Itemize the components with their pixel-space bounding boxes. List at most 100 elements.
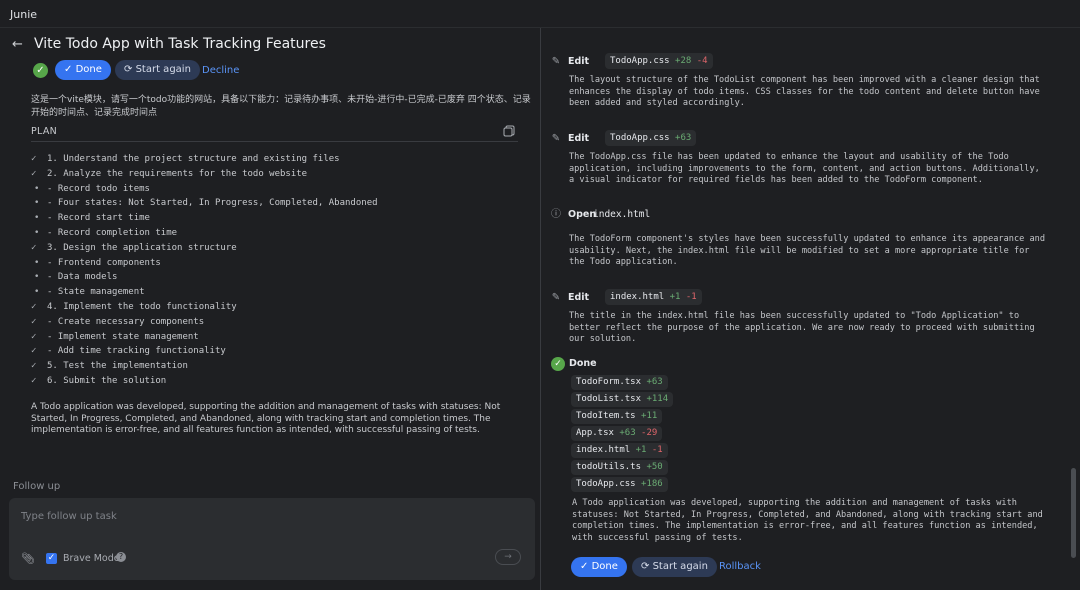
plan-item: ✓ - Create necessary components: [31, 315, 521, 330]
changed-file-chip[interactable]: App.tsx +63 -29: [571, 426, 663, 441]
plan-item-text: - Data models: [47, 272, 118, 283]
changed-file-chip[interactable]: index.html +1 -1: [571, 443, 668, 458]
file-name: App.tsx: [576, 428, 614, 438]
file-name: TodoForm.tsx: [576, 377, 642, 387]
plan-item: • - Frontend components: [31, 256, 521, 271]
lines-added: +63: [646, 377, 663, 387]
file-name: TodoApp.css: [576, 479, 636, 489]
check-icon: ✓: [31, 331, 37, 342]
file-name: index.html: [576, 445, 631, 455]
plan-item-text: - Frontend components: [47, 257, 161, 268]
plan-list: ✓ 1. Understand the project structure and…: [31, 152, 521, 389]
file-chip[interactable]: index.html +1 -1: [605, 289, 702, 305]
back-arrow-icon[interactable]: ←: [12, 37, 23, 52]
changed-file-chip[interactable]: TodoApp.css +186: [571, 477, 668, 492]
lines-added: +28: [675, 56, 692, 66]
refresh-icon: ⟳: [124, 64, 133, 75]
file-name: TodoApp.css: [610, 133, 670, 143]
steps-panel: ✎ Edit TodoApp.css +28 -4 The layout str…: [541, 28, 1080, 590]
bullet-icon: •: [34, 227, 40, 238]
lines-added: +1: [669, 292, 681, 302]
plan-item-text: 4. Implement the todo functionality: [47, 301, 237, 312]
bullet-icon: •: [34, 272, 40, 283]
scrollbar[interactable]: [1071, 468, 1076, 558]
changed-file-chip[interactable]: TodoList.tsx +114: [571, 392, 674, 407]
changed-file-chip[interactable]: todoUtils.ts +50: [571, 460, 668, 475]
file-name: index.html: [610, 292, 665, 302]
file-name: todoUtils.ts: [576, 462, 642, 472]
plan-item: ✓ 4. Implement the todo functionality: [31, 300, 521, 315]
changed-file-chip[interactable]: TodoItem.ts +11: [571, 409, 663, 424]
check-icon: ✓: [31, 361, 37, 372]
plan-summary: A Todo application was developed, suppor…: [31, 402, 501, 436]
lines-added: +50: [646, 462, 663, 472]
check-icon: ✓: [31, 154, 37, 164]
file-name[interactable]: index.html: [593, 209, 650, 220]
check-icon: ✓: [31, 346, 37, 357]
done-heading: Done: [569, 358, 597, 369]
plan-item: ✓ 5. Test the implementation: [31, 359, 521, 374]
plan-item: • - State management: [31, 285, 521, 300]
start-again-label: Start again: [652, 561, 708, 572]
plan-item-text: - Create necessary components: [47, 316, 205, 327]
task-title: Vite Todo App with Task Tracking Feature…: [34, 36, 326, 52]
plan-item: ✓ 3. Design the application structure: [31, 241, 521, 256]
done-button[interactable]: ✓ Done: [571, 557, 627, 577]
copy-icon[interactable]: [503, 125, 515, 137]
brave-mode-label: Brave Mode: [63, 553, 120, 564]
lines-added: +186: [641, 479, 663, 489]
plan-item: • - Data models: [31, 270, 521, 285]
follow-up-label: Follow up: [13, 481, 61, 492]
plan-item-text: - Four states: Not Started, In Progress,…: [47, 198, 378, 209]
bullet-icon: •: [34, 213, 40, 224]
plan-item-text: - Record start time: [47, 213, 150, 224]
pencil-icon: ✎: [551, 56, 561, 67]
plan-item: • - Record todo items: [31, 182, 521, 197]
step-description: The TodoForm component's styles have bee…: [569, 234, 1045, 268]
lines-removed: -29: [641, 428, 658, 438]
start-again-button[interactable]: ⟳ Start again: [632, 557, 717, 577]
plan-item: ✓ - Add time tracking functionality: [31, 344, 521, 359]
paperclip-icon[interactable]: 📎︎: [21, 552, 35, 565]
check-icon: ✓: [31, 242, 37, 253]
file-name: TodoList.tsx: [576, 394, 642, 404]
follow-up-input[interactable]: [21, 508, 501, 524]
send-button[interactable]: →: [495, 549, 521, 565]
plan-divider: [31, 141, 518, 142]
lines-removed: -1: [651, 445, 663, 455]
plan-item-text: 6. Submit the solution: [47, 375, 167, 386]
rollback-button[interactable]: Rollback: [719, 561, 761, 572]
changed-files-list: TodoForm.tsx +63 TodoList.tsx +114 TodoIte…: [571, 375, 674, 494]
done-button-label: Done: [591, 561, 618, 572]
start-again-label: Start again: [135, 64, 191, 75]
help-icon[interactable]: ?: [116, 552, 126, 562]
info-icon: ⓘ: [551, 209, 561, 220]
step-verb: Edit: [568, 56, 590, 67]
plan-item-text: 5. Test the implementation: [47, 361, 188, 372]
plan-item: • - Four states: Not Started, In Progress…: [31, 196, 521, 211]
done-button[interactable]: ✓ Done: [55, 60, 111, 80]
status-check-icon: ✓: [33, 63, 48, 78]
changed-file-chip[interactable]: TodoForm.tsx +63: [571, 375, 668, 390]
plan-item-text: 2. Analyze the requirements for the todo…: [47, 168, 308, 179]
plan-item-text: 3. Design the application structure: [47, 242, 237, 253]
check-icon: ✓: [31, 301, 37, 312]
bullet-icon: •: [34, 183, 40, 194]
lines-added: +114: [646, 394, 669, 404]
file-chip[interactable]: TodoApp.css +28 -4: [605, 53, 713, 69]
lines-added: +1: [635, 445, 647, 455]
lines-added: +63: [619, 428, 636, 438]
step-verb: Open: [568, 209, 597, 220]
brave-mode-checkbox[interactable]: ✓: [46, 553, 57, 564]
start-again-button[interactable]: ⟳ Start again: [115, 60, 200, 80]
follow-up-box: 📎︎ ✓ Brave Mode ? →: [9, 498, 535, 580]
file-chip[interactable]: TodoApp.css +63: [605, 130, 697, 146]
lines-added: +63: [675, 133, 692, 143]
file-name: TodoItem.ts: [576, 411, 636, 421]
decline-button[interactable]: Decline: [202, 65, 239, 76]
done-button-label: Done: [75, 64, 102, 75]
check-icon: ✓: [64, 64, 73, 75]
task-description: 这是一个vite模块，请写一个todo功能的网站，具备以下能力：记录待办事项、未…: [31, 95, 531, 118]
check-icon: ✓: [580, 561, 589, 572]
plan-item: • - Record start time: [31, 211, 521, 226]
